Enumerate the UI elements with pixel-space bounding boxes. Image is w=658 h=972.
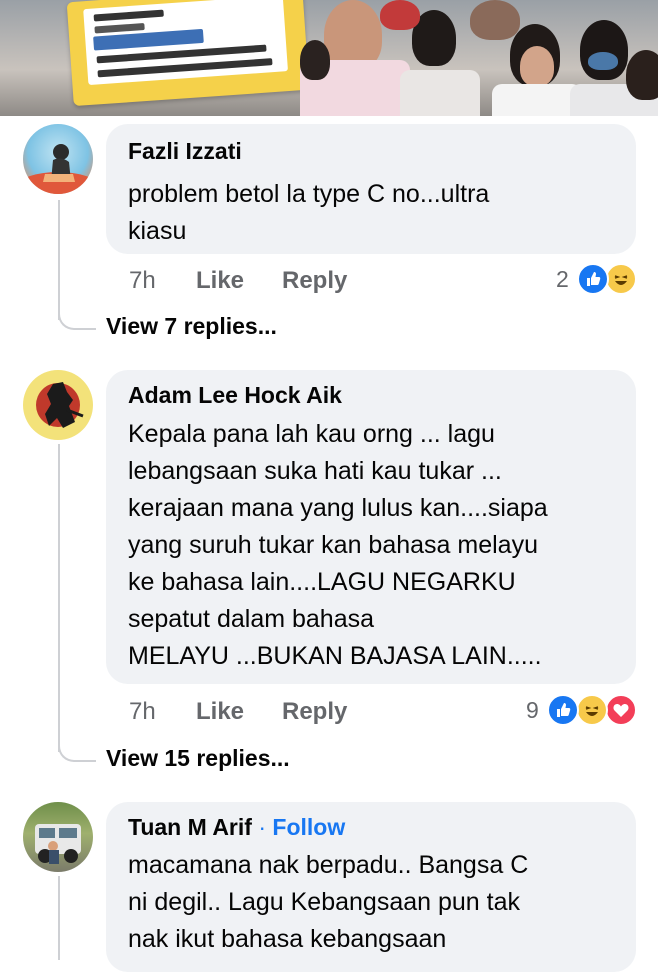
view-replies-link[interactable]: View 7 replies...: [106, 313, 277, 340]
photo-sign: [66, 0, 310, 107]
follow-button[interactable]: Follow: [272, 814, 345, 840]
reply-button[interactable]: Reply: [282, 267, 347, 295]
comment-author[interactable]: Tuan M Arif: [128, 814, 252, 840]
love-icon: [605, 694, 637, 726]
comment-text-line: problem betol la type C no...ultra: [128, 180, 490, 208]
avatar[interactable]: [23, 802, 93, 872]
comment-bubble[interactable]: Adam Lee Hock Aik Kepala pana lah kau or…: [106, 370, 636, 684]
comment-text-line: nak ikut bahasa kebangsaan: [128, 925, 447, 953]
like-button[interactable]: Like: [196, 698, 244, 726]
comment-text-line: ni degil.. Lagu Kebangsaan pun tak: [128, 888, 520, 916]
comment-author[interactable]: Adam Lee Hock Aik: [128, 382, 342, 409]
reply-button[interactable]: Reply: [282, 698, 347, 726]
comment-text-line: macamana nak berpadu.. Bangsa C: [128, 851, 529, 879]
avatar-figure-icon: [23, 144, 93, 194]
comment-text-line: Kepala pana lah kau orng ... lagu: [128, 420, 495, 448]
comment-time[interactable]: 7h: [129, 267, 156, 295]
haha-icon: [576, 694, 608, 726]
thread-connector: [58, 738, 96, 762]
comment-text-line: kiasu: [128, 217, 187, 245]
thread-line: [58, 444, 60, 752]
haha-icon: [605, 263, 637, 295]
comment-text-line: lebangsaan suka hati kau tukar ...: [128, 457, 502, 485]
separator-dot: ·: [251, 814, 273, 840]
comments-panel-edge: [0, 116, 658, 124]
comment-time[interactable]: 7h: [129, 698, 156, 726]
thread-line: [58, 876, 60, 960]
thread-line: [58, 200, 60, 320]
avatar[interactable]: [23, 370, 93, 440]
comment-author[interactable]: Fazli Izzati: [128, 138, 242, 165]
like-icon: [547, 694, 579, 726]
thread-connector: [58, 306, 96, 330]
like-icon: [577, 263, 609, 295]
avatar-warrior-icon: [36, 382, 84, 428]
comment-text-line: ke bahasa lain....LAGU NEGARKU: [128, 568, 516, 596]
comment-text-line: kerajaan mana yang lulus kan....siapa: [128, 494, 548, 522]
avatar[interactable]: [23, 124, 93, 194]
comment-text-line: yang suruh tukar kan bahasa melayu: [128, 531, 538, 559]
view-replies-link[interactable]: View 15 replies...: [106, 745, 290, 772]
comment-bubble[interactable]: Tuan M Arif · Follow macamana nak berpad…: [106, 802, 636, 972]
avatar-jeep-icon: [35, 824, 81, 864]
reaction-count[interactable]: 2: [556, 266, 569, 293]
comment-text-line: MELAYU ...BUKAN BAJASA LAIN.....: [128, 642, 542, 670]
reaction-count[interactable]: 9: [526, 697, 539, 724]
post-photo[interactable]: [0, 0, 658, 116]
like-button[interactable]: Like: [196, 267, 244, 295]
comment-author-row: Tuan M Arif · Follow: [128, 814, 345, 841]
comment-text-line: sepatut dalam bahasa: [128, 605, 375, 633]
comment-bubble[interactable]: Fazli Izzati problem betol la type C no.…: [106, 124, 636, 254]
